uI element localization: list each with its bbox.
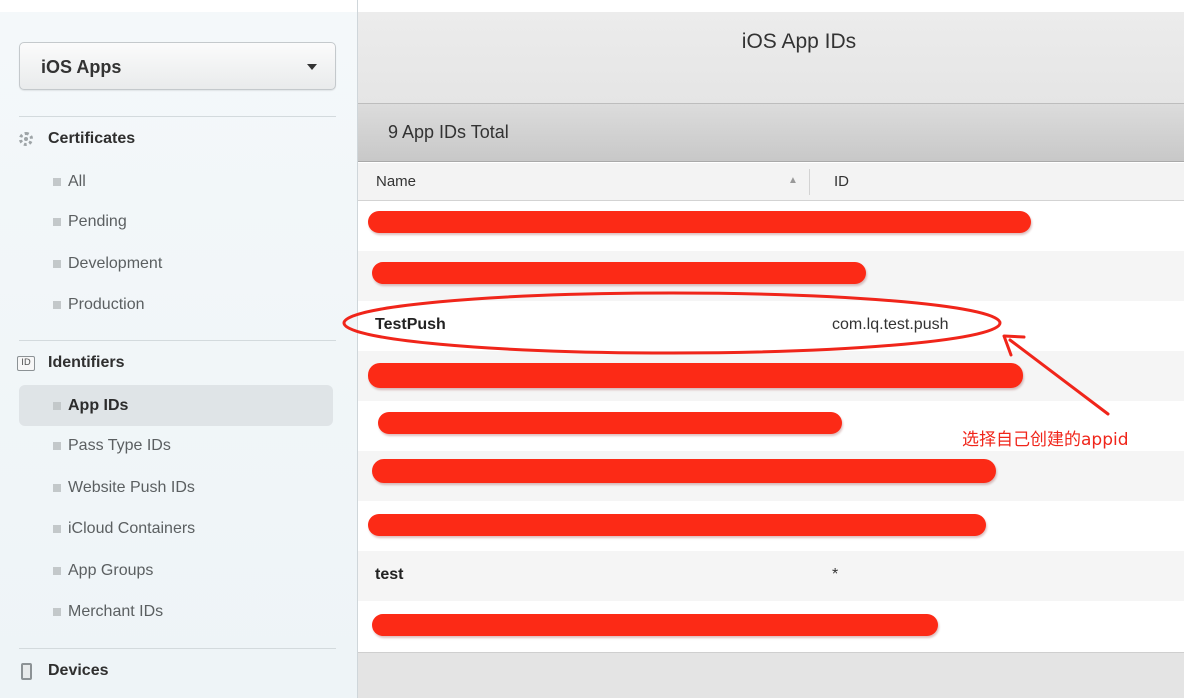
- sidebar-item-label: App IDs: [68, 396, 129, 414]
- bullet-icon: [53, 441, 61, 450]
- sidebar-item-app-ids[interactable]: App IDs: [19, 385, 333, 426]
- section-title: Identifiers: [48, 354, 125, 371]
- section-identifiers: ID Identifiers: [17, 351, 124, 375]
- sidebar-item-pending[interactable]: Pending: [19, 201, 333, 242]
- redaction-mark: [368, 363, 1023, 388]
- sidebar: iOS Apps Certificates All Pending Develo…: [0, 0, 358, 698]
- bullet-icon: [53, 607, 61, 616]
- sidebar-item-label: Pass Type IDs: [68, 436, 171, 454]
- bundle-id-cell: com.lq.test.push: [832, 316, 949, 333]
- redaction-mark: [372, 614, 938, 636]
- sidebar-item-icloud-containers[interactable]: iCloud Containers: [19, 508, 333, 549]
- sidebar-item-label: Pending: [68, 212, 127, 230]
- table-row[interactable]: [358, 201, 1184, 251]
- app-name-cell: TestPush: [375, 316, 446, 333]
- table-row[interactable]: [358, 501, 1184, 551]
- redaction-mark: [368, 514, 986, 536]
- bullet-icon: [53, 524, 61, 533]
- table-row[interactable]: [358, 251, 1184, 301]
- sidebar-item-label: App Groups: [68, 561, 154, 579]
- section-devices[interactable]: Devices: [17, 659, 109, 683]
- sidebar-item-label: Website Push IDs: [68, 478, 195, 496]
- column-separator: [809, 169, 810, 195]
- app-id-count: 9 App IDs Total: [388, 122, 509, 142]
- bullet-icon: [53, 217, 61, 226]
- divider: [19, 648, 336, 649]
- column-header-name[interactable]: Name: [376, 173, 416, 190]
- sidebar-item-label: Merchant IDs: [68, 602, 164, 620]
- sidebar-item-pass-type-ids[interactable]: Pass Type IDs: [19, 425, 333, 466]
- redaction-mark: [372, 262, 866, 284]
- table-row[interactable]: test *: [358, 551, 1184, 601]
- sort-ascending-icon[interactable]: ▲: [788, 175, 798, 186]
- redaction-mark: [368, 211, 1031, 233]
- bullet-icon: [53, 300, 61, 309]
- section-certificates: Certificates: [17, 127, 135, 151]
- annotation-label: 选择自己创建的appid: [962, 430, 1129, 450]
- device-icon: [17, 662, 35, 680]
- table-row[interactable]: [358, 351, 1184, 401]
- bullet-icon: [53, 177, 61, 186]
- column-header-id[interactable]: ID: [834, 173, 849, 190]
- table-footer: [358, 652, 1184, 698]
- chevron-down-icon: [307, 64, 317, 70]
- sidebar-item-production[interactable]: Production: [19, 284, 333, 325]
- sidebar-item-label: iCloud Containers: [68, 519, 196, 537]
- platform-dropdown[interactable]: iOS Apps: [19, 42, 336, 90]
- table-row[interactable]: TestPush com.lq.test.push: [358, 301, 1184, 351]
- sidebar-item-label: Production: [68, 295, 145, 313]
- bullet-icon: [53, 483, 61, 492]
- app-name-cell: test: [375, 566, 404, 583]
- platform-dropdown-label: iOS Apps: [41, 57, 122, 77]
- bundle-id-cell: *: [832, 566, 839, 583]
- bullet-icon: [53, 259, 61, 268]
- sidebar-item-website-push-ids[interactable]: Website Push IDs: [19, 467, 333, 508]
- divider: [19, 116, 336, 117]
- sidebar-item-label: All: [68, 172, 86, 190]
- redaction-mark: [372, 459, 996, 483]
- table-row[interactable]: [358, 601, 1184, 651]
- sidebar-item-label: Development: [68, 254, 163, 272]
- id-badge-icon: ID: [17, 354, 35, 372]
- section-title: Devices: [48, 662, 109, 679]
- sidebar-item-development[interactable]: Development: [19, 243, 333, 284]
- sidebar-item-merchant-ids[interactable]: Merchant IDs: [19, 591, 333, 632]
- certificate-gear-icon: [17, 130, 35, 148]
- count-bar: 9 App IDs Total: [358, 104, 1184, 162]
- redaction-mark: [378, 412, 842, 434]
- page-title: iOS App IDs: [741, 30, 857, 53]
- divider: [19, 340, 336, 341]
- bullet-icon: [53, 401, 61, 410]
- table-header: Name ▲ ID: [358, 163, 1184, 201]
- section-title: Certificates: [48, 130, 136, 147]
- bullet-icon: [53, 566, 61, 575]
- sidebar-item-all[interactable]: All: [19, 161, 333, 202]
- table-row[interactable]: [358, 451, 1184, 501]
- sidebar-item-app-groups[interactable]: App Groups: [19, 550, 333, 591]
- main-panel: iOS App IDs 9 App IDs Total Name ▲ ID Te…: [358, 0, 1184, 698]
